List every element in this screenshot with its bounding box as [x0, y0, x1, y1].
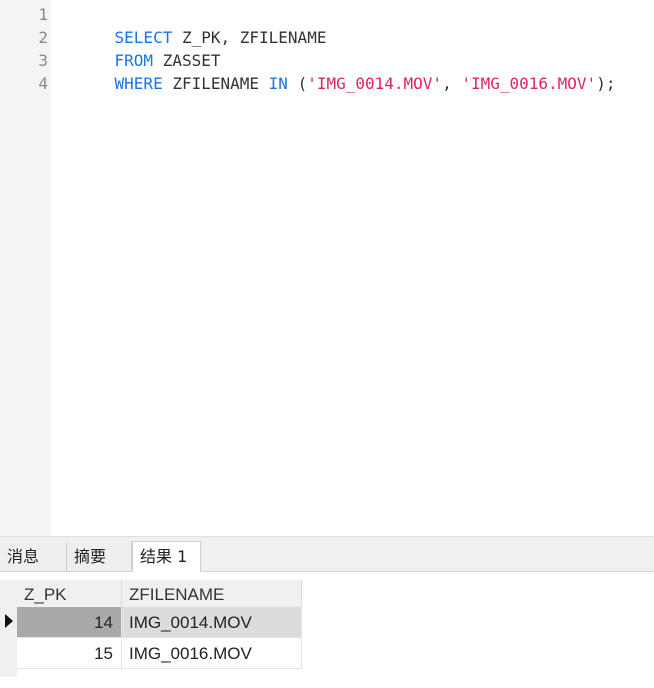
code-token: ( [287, 74, 308, 93]
tab-result-1[interactable]: 结果 1 [132, 541, 201, 572]
cell-z-pk[interactable]: 14 [17, 607, 122, 638]
result-tab-bar: 消息 摘要 结果 1 [0, 541, 654, 572]
line-number: 4 [38, 74, 48, 93]
line-number: 1 [38, 5, 48, 24]
line-number: 3 [38, 51, 48, 70]
code-token: , [442, 74, 462, 93]
row-selector-column [0, 580, 17, 677]
current-row-arrow-icon [5, 614, 13, 628]
line-number: 2 [38, 28, 48, 47]
tab-summary[interactable]: 摘要 [67, 542, 132, 571]
cell-zfilename[interactable]: IMG_0014.MOV [122, 607, 302, 638]
line-number-gutter: 1 2 3 4 [0, 0, 51, 536]
keyword-where: WHERE [114, 74, 163, 93]
sql-editor[interactable]: 1 2 3 4 SELECT Z_PK, ZFILENAME FROM ZASS… [0, 0, 654, 536]
keyword-in: IN [268, 74, 288, 93]
column-header-z-pk[interactable]: Z_PK [17, 580, 122, 609]
string-literal: 'IMG_0016.MOV' [461, 74, 597, 93]
string-literal: 'IMG_0014.MOV' [307, 74, 443, 93]
tab-messages[interactable]: 消息 [0, 542, 67, 571]
cell-z-pk[interactable]: 15 [17, 638, 122, 669]
code-token: ZFILENAME [162, 74, 269, 93]
column-header-zfilename[interactable]: ZFILENAME [122, 580, 302, 609]
result-grid: Z_PK ZFILENAME 14 IMG_0014.MOV 15 IMG_00… [0, 572, 654, 688]
cell-zfilename[interactable]: IMG_0016.MOV [122, 638, 302, 669]
code-token: ); [596, 74, 616, 93]
code-line-3[interactable]: WHERE ZFILENAME IN ('IMG_0014.MOV', 'IMG… [76, 49, 616, 118]
